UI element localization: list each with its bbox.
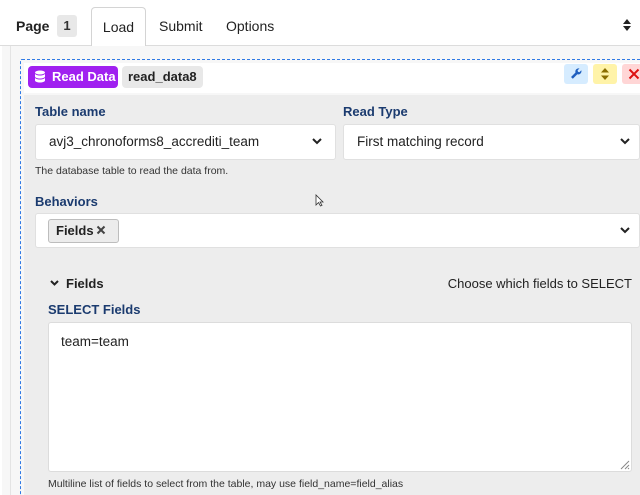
mouse-pointer-icon	[315, 194, 324, 207]
tab-submit[interactable]: Submit	[159, 18, 203, 34]
block-selection-outline	[20, 59, 640, 495]
top-tab-bar: Page 1 Load Submit Options	[0, 0, 640, 47]
divider	[10, 46, 11, 495]
page-label: Page	[16, 18, 50, 34]
tab-options[interactable]: Options	[226, 18, 274, 34]
tab-load[interactable]: Load	[91, 7, 146, 47]
page-number-badge[interactable]: 1	[57, 15, 77, 37]
sort-icon[interactable]	[622, 18, 632, 32]
